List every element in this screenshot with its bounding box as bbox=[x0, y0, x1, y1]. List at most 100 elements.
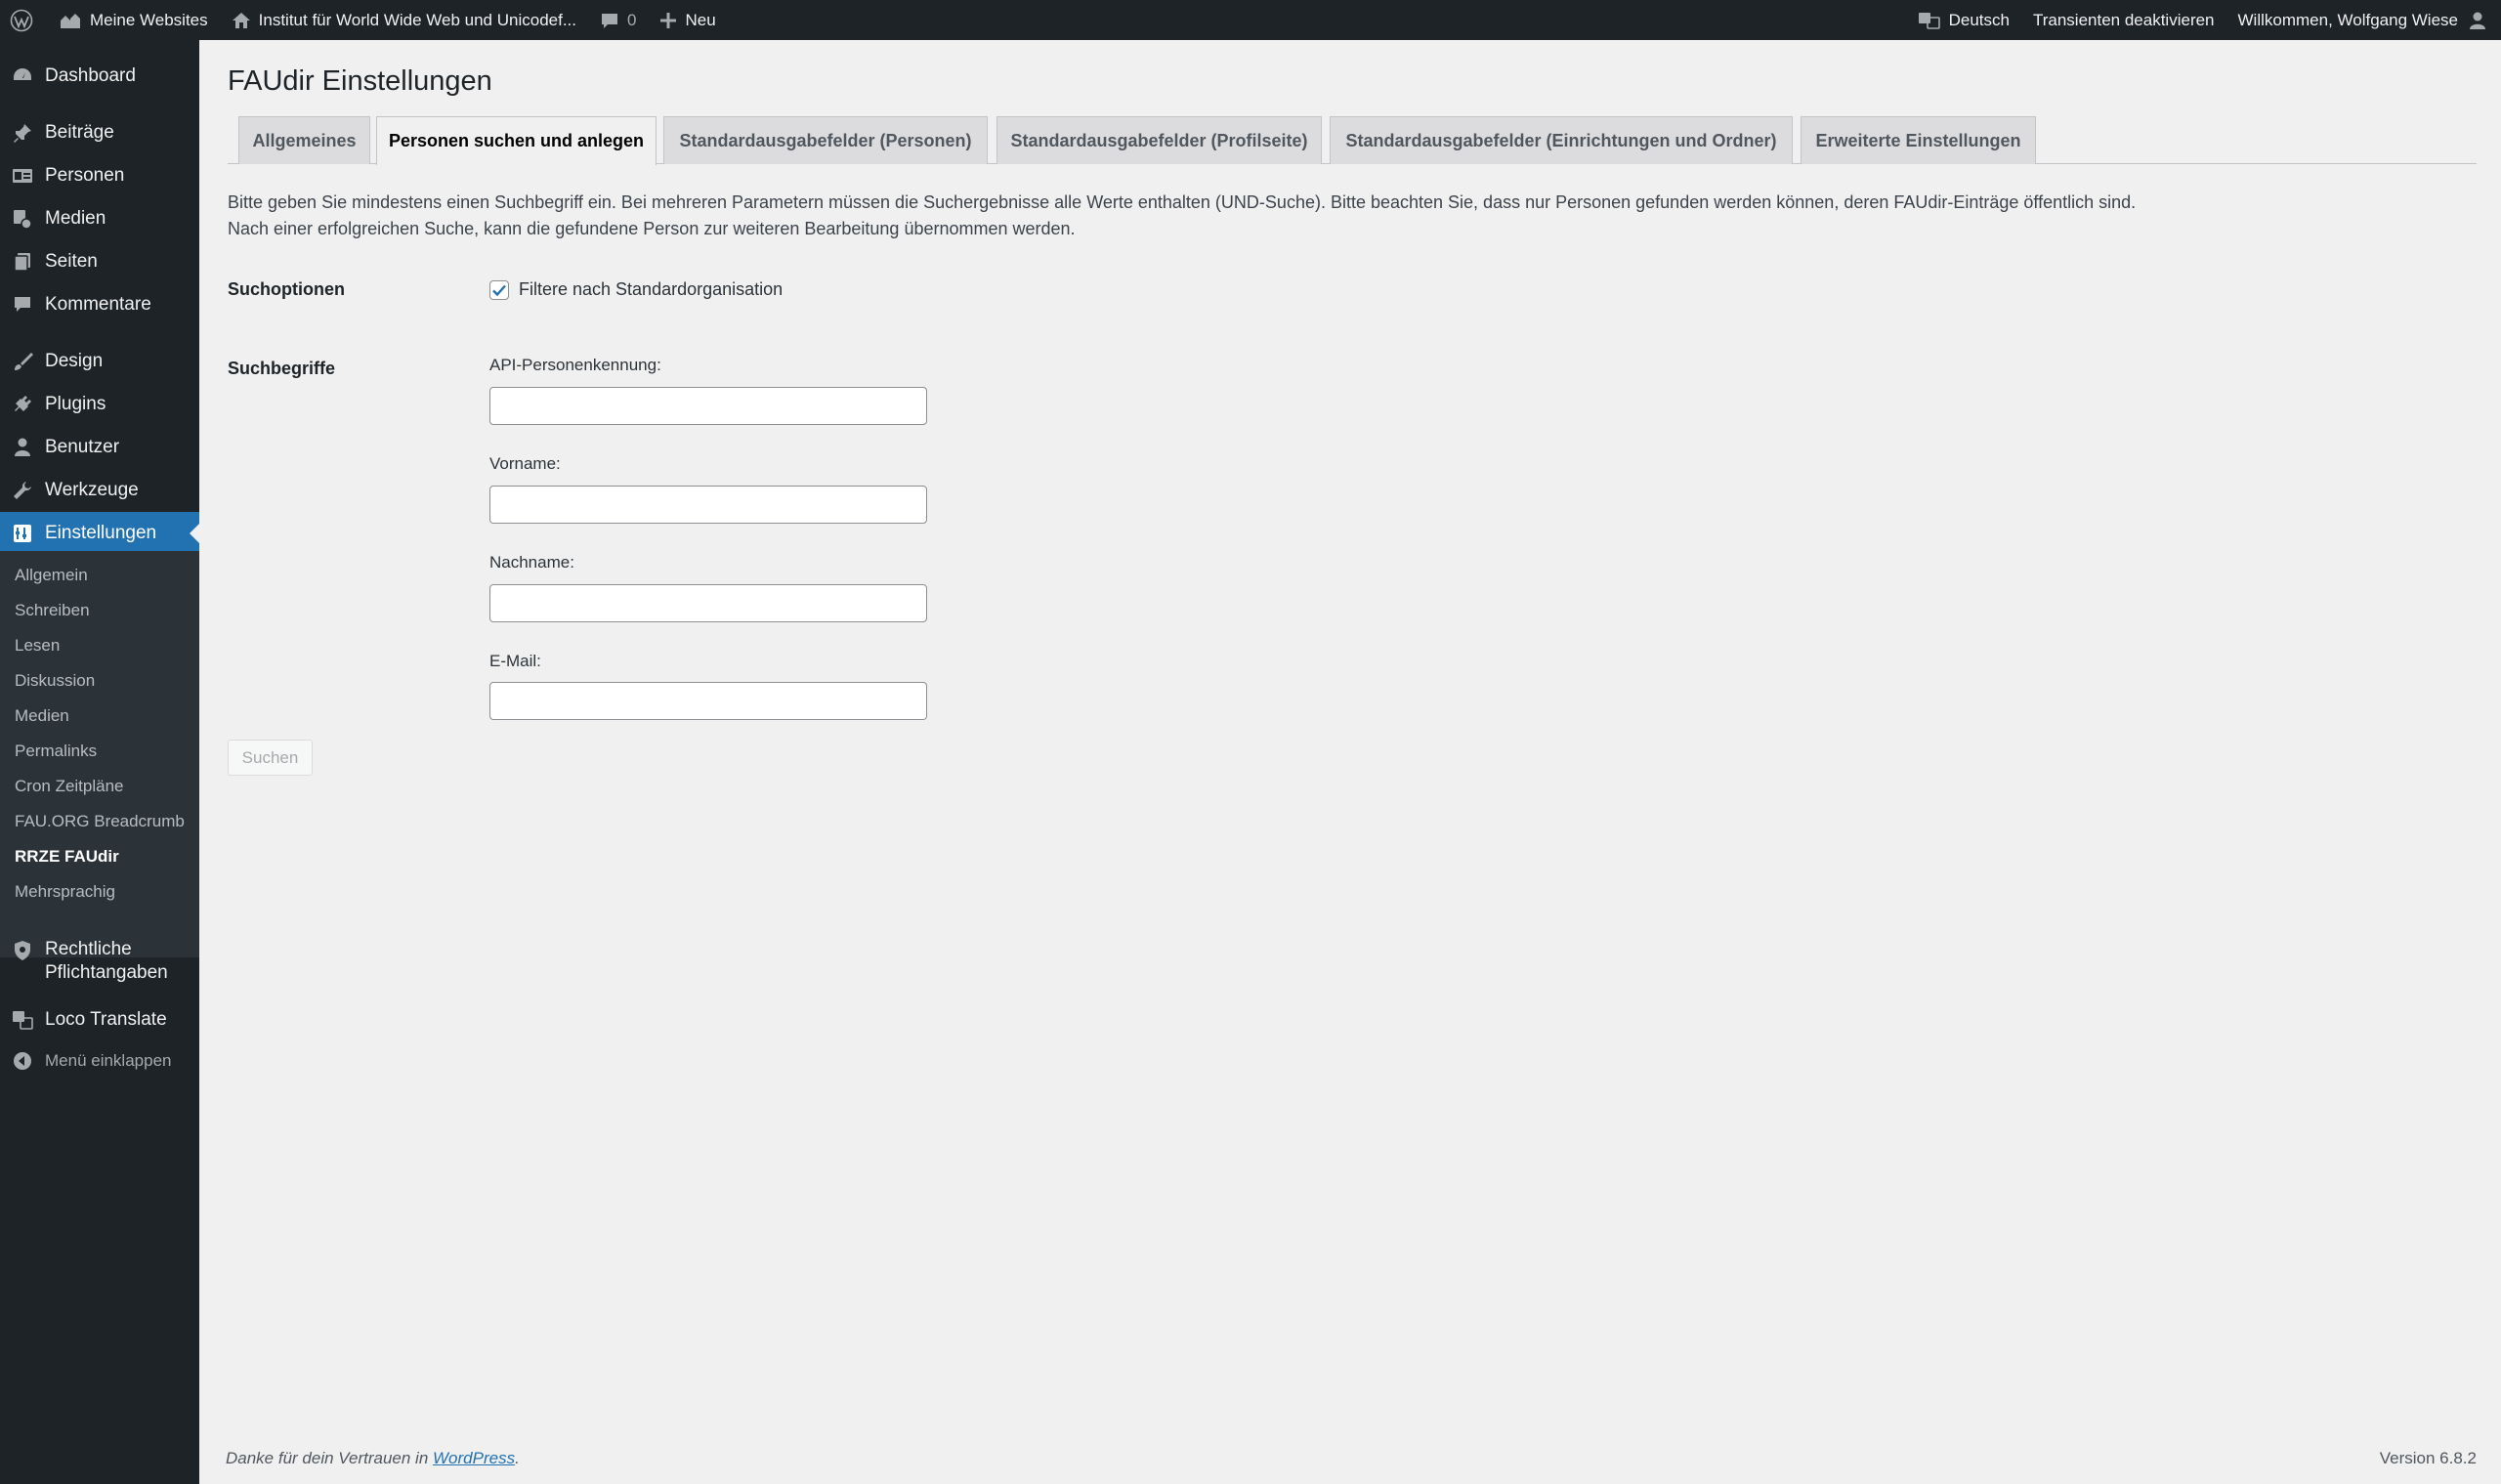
tab-ausgabefelder-profilseite[interactable]: Standardausgabefelder (Profilseite) bbox=[996, 116, 1322, 164]
pages-icon bbox=[10, 249, 35, 275]
sidebar-item-users[interactable]: Benutzer bbox=[0, 426, 199, 469]
sidebar-item-plugins[interactable]: Plugins bbox=[0, 383, 199, 426]
sidebar-item-comments[interactable]: Kommentare bbox=[0, 283, 199, 326]
user-account-menu[interactable]: Willkommen, Wolfgang Wiese bbox=[2226, 0, 2501, 40]
collapse-menu-label: Menü einklappen bbox=[45, 1051, 172, 1070]
collapse-arrow-icon bbox=[10, 1048, 35, 1074]
site-name-menu[interactable]: Institut für World Wide Web und Unicodef… bbox=[220, 0, 588, 40]
sidebar-item-tools[interactable]: Werkzeuge bbox=[0, 469, 199, 512]
collapse-menu-button[interactable]: Menü einklappen bbox=[0, 1039, 199, 1082]
dashboard-icon bbox=[10, 64, 35, 89]
transients-toggle[interactable]: Transienten deaktivieren bbox=[2021, 0, 2226, 40]
my-sites-label: Meine Websites bbox=[90, 10, 208, 29]
greeting-label: Willkommen, Wolfgang Wiese bbox=[2237, 10, 2458, 29]
pin-icon bbox=[10, 120, 35, 146]
wordpress-logo-icon[interactable] bbox=[0, 0, 47, 40]
sidebar-item-label: Kommentare bbox=[45, 294, 151, 315]
search-options-label: Suchoptionen bbox=[228, 279, 345, 299]
sidebar-item-label: Loco Translate bbox=[45, 1009, 167, 1030]
submenu-item-permalinks[interactable]: Permalinks bbox=[15, 742, 97, 761]
sidebar-item-label: Seiten bbox=[45, 251, 98, 272]
comments-count: 0 bbox=[627, 10, 637, 29]
main-content: FAUdir Einstellungen Allgemeines Persone… bbox=[199, 40, 2501, 1484]
site-name-label: Institut für World Wide Web und Unicodef… bbox=[258, 10, 576, 29]
sidebar-item-pages[interactable]: Seiten bbox=[0, 240, 199, 283]
language-menu[interactable]: Deutsch bbox=[1906, 0, 2021, 40]
search-terms-label: Suchbegriffe bbox=[228, 359, 336, 378]
submenu-item-mehrsprachig[interactable]: Mehrsprachig bbox=[15, 882, 115, 902]
search-button[interactable]: Suchen bbox=[228, 740, 313, 776]
brush-icon bbox=[10, 349, 35, 374]
sidebar-item-label: Design bbox=[45, 351, 104, 371]
submenu-item-medien[interactable]: Medien bbox=[15, 706, 69, 726]
plus-icon bbox=[660, 12, 677, 28]
footer-thanks: Danke für dein Vertrauen in WordPress. bbox=[226, 1449, 520, 1468]
admin-sidebar: Dashboard Beiträge Personen Medien Seite… bbox=[0, 40, 199, 1484]
shield-icon bbox=[10, 938, 35, 963]
email-input[interactable] bbox=[489, 682, 927, 720]
settings-submenu: Allgemein Schreiben Lesen Diskussion Med… bbox=[0, 551, 199, 957]
sidebar-item-dashboard[interactable]: Dashboard bbox=[0, 55, 199, 98]
last-name-input[interactable] bbox=[489, 584, 927, 622]
new-content-menu[interactable]: Neu bbox=[648, 0, 727, 40]
my-sites-icon bbox=[61, 13, 80, 28]
sidebar-item-label: Einstellungen bbox=[45, 523, 157, 543]
my-sites-menu[interactable]: Meine Websites bbox=[47, 0, 220, 40]
tab-erweiterte-einstellungen[interactable]: Erweiterte Einstellungen bbox=[1801, 116, 2036, 164]
plug-icon bbox=[10, 392, 35, 417]
submenu-item-lesen[interactable]: Lesen bbox=[15, 636, 60, 656]
sidebar-item-label: Personen bbox=[45, 165, 125, 186]
wordpress-link[interactable]: WordPress bbox=[433, 1449, 515, 1467]
sidebar-item-label: Plugins bbox=[45, 394, 106, 414]
wrench-icon bbox=[10, 478, 35, 503]
comment-icon bbox=[10, 292, 35, 318]
tab-allgemeines[interactable]: Allgemeines bbox=[238, 116, 370, 164]
intro-line-2: Nach einer erfolgreichen Suche, kann die… bbox=[228, 219, 1076, 238]
tab-ausgabefelder-einrichtungen[interactable]: Standardausgabefelder (Einrichtungen und… bbox=[1330, 116, 1793, 164]
settings-tabs: Allgemeines Personen suchen und anlegen … bbox=[228, 116, 2477, 165]
submenu-item-breadcrumb[interactable]: FAU.ORG Breadcrumb bbox=[15, 812, 185, 831]
intro-line-1: Bitte geben Sie mindestens einen Suchbeg… bbox=[228, 192, 2137, 212]
sidebar-item-label: Beiträge bbox=[45, 122, 114, 143]
sidebar-item-design[interactable]: Design bbox=[0, 340, 199, 383]
id-card-icon bbox=[10, 163, 35, 189]
sidebar-item-posts[interactable]: Beiträge bbox=[0, 111, 199, 154]
filter-checkbox[interactable] bbox=[489, 279, 509, 300]
first-name-input[interactable] bbox=[489, 486, 927, 524]
submenu-item-cron[interactable]: Cron Zeitpläne bbox=[15, 777, 124, 796]
sidebar-item-label: Benutzer bbox=[45, 437, 120, 457]
sidebar-item-label: Werkzeuge bbox=[45, 480, 139, 500]
submenu-item-diskussion[interactable]: Diskussion bbox=[15, 671, 95, 691]
translate-icon bbox=[10, 1007, 35, 1033]
api-id-input[interactable] bbox=[489, 387, 927, 425]
sidebar-item-settings[interactable]: Einstellungen bbox=[0, 512, 199, 555]
footer-thanks-suffix: . bbox=[515, 1449, 520, 1467]
new-label: Neu bbox=[685, 10, 716, 29]
transients-label: Transienten deaktivieren bbox=[2032, 10, 2215, 29]
footer-thanks-prefix: Danke für dein Vertrauen in bbox=[226, 1449, 433, 1467]
sidebar-item-media[interactable]: Medien bbox=[0, 197, 199, 240]
sidebar-item-label: Dashboard bbox=[45, 65, 136, 86]
first-name-label: Vorname: bbox=[489, 454, 561, 473]
sidebar-item-loco-translate[interactable]: Loco Translate bbox=[0, 998, 199, 1041]
checkmark-icon bbox=[492, 284, 506, 296]
submenu-item-schreiben[interactable]: Schreiben bbox=[15, 601, 90, 620]
avatar-icon bbox=[2470, 12, 2485, 29]
submenu-item-faudir[interactable]: RRZE FAUdir bbox=[15, 847, 119, 867]
comments-menu[interactable]: 0 bbox=[588, 0, 648, 40]
tab-ausgabefelder-personen[interactable]: Standardausgabefelder (Personen) bbox=[663, 116, 988, 164]
version-label: Version 6.8.2 bbox=[2379, 1449, 2477, 1467]
email-label: E-Mail: bbox=[489, 652, 541, 670]
last-name-label: Nachname: bbox=[489, 553, 574, 572]
filter-option[interactable]: Filtere nach Standardorganisation bbox=[489, 279, 783, 300]
settings-icon bbox=[10, 521, 35, 546]
sidebar-item-personen[interactable]: Personen bbox=[0, 154, 199, 197]
sidebar-item-label: Medien bbox=[45, 208, 106, 229]
home-icon bbox=[232, 12, 250, 28]
media-icon bbox=[10, 206, 35, 232]
sidebar-item-label: Rechtliche Pflichtangaben bbox=[45, 939, 168, 983]
tab-personen-suchen[interactable]: Personen suchen und anlegen bbox=[376, 116, 657, 165]
submenu-item-allgemein[interactable]: Allgemein bbox=[15, 566, 88, 585]
translate-icon bbox=[1918, 12, 1940, 29]
sidebar-item-legal[interactable]: Rechtliche Pflichtangaben bbox=[0, 932, 199, 991]
